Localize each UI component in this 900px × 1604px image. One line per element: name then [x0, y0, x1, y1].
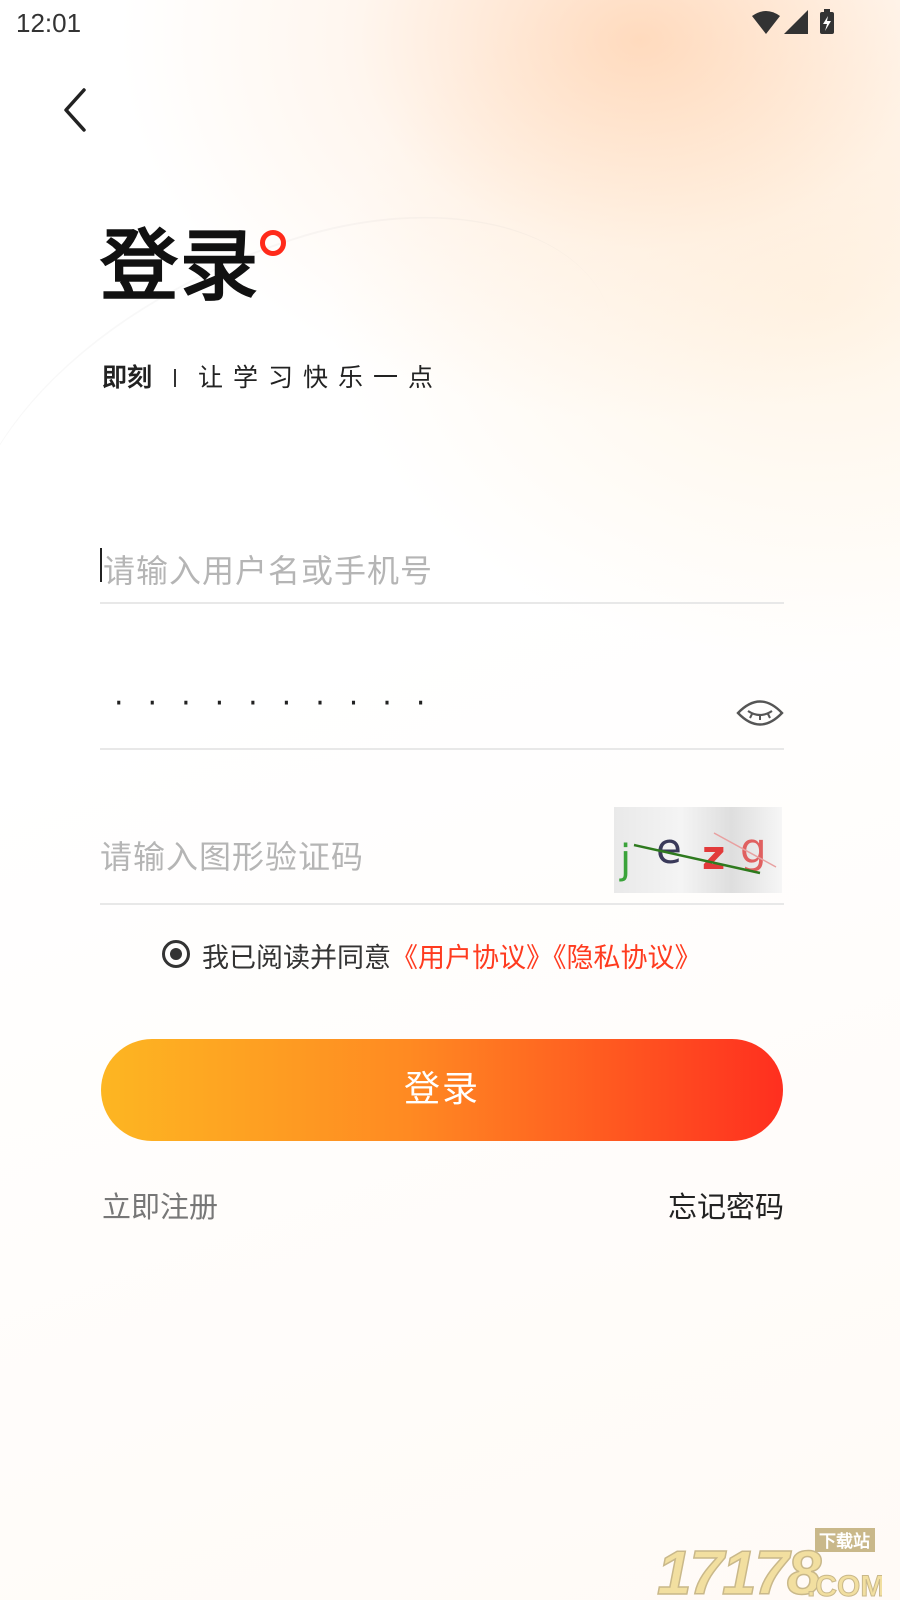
watermark-number: 17178	[657, 1539, 822, 1600]
chevron-left-icon	[64, 88, 86, 132]
captcha-field[interactable]: 请输入图形验证码 j e z g	[100, 800, 784, 905]
username-input-placeholder[interactable]: 请输入用户名或手机号	[103, 546, 433, 592]
agreement-text: 我已阅读并同意《用户协议》《隐私协议》	[202, 936, 702, 975]
watermark-suffix: .COM	[807, 1570, 882, 1600]
captcha-char-1: j	[619, 837, 631, 883]
title-dot-decoration	[260, 230, 286, 256]
register-link[interactable]: 立即注册	[102, 1184, 218, 1226]
eye-closed-icon	[736, 700, 784, 726]
user-agreement-link[interactable]: 《用户协议》	[391, 943, 553, 974]
captcha-char-3: z	[702, 833, 725, 879]
watermark-label: 下载站	[819, 1531, 870, 1552]
agreement-label: 我已阅读并同意	[202, 943, 391, 974]
text-cursor	[100, 548, 102, 582]
captcha-char-4: g	[740, 824, 767, 873]
status-icons	[750, 8, 850, 38]
status-time: 12:01	[16, 8, 82, 38]
toggle-password-visibility-button[interactable]	[736, 696, 784, 730]
signal-icon	[784, 10, 808, 34]
page-subtitle: 即刻 让学习快乐一点	[102, 358, 443, 394]
tagline: 让学习快乐一点	[198, 363, 444, 392]
login-button[interactable]: 登录	[101, 1039, 783, 1141]
forgot-password-link[interactable]: 忘记密码	[668, 1184, 784, 1226]
captcha-input-placeholder[interactable]: 请输入图形验证码	[100, 832, 364, 878]
username-field[interactable]: 请输入用户名或手机号	[100, 520, 784, 604]
watermark-logo: 17178 下载站 .COM	[656, 1520, 886, 1604]
battery-icon	[820, 9, 834, 34]
page-title: 登录	[100, 221, 261, 312]
password-input[interactable]: ··········	[114, 686, 449, 721]
back-button[interactable]	[50, 78, 106, 142]
password-field[interactable]: ··········	[100, 666, 784, 750]
brand-name: 即刻	[102, 363, 153, 392]
title-block: 登录	[100, 221, 286, 312]
status-bar: 12:01	[0, 0, 900, 50]
captcha-image[interactable]: j e z g	[614, 807, 782, 893]
agreement-radio[interactable]	[162, 940, 190, 968]
captcha-char-2: e	[656, 824, 682, 873]
privacy-agreement-link[interactable]: 《隐私协议》	[553, 943, 702, 974]
subtitle-divider	[174, 369, 177, 387]
wifi-icon	[752, 11, 780, 34]
